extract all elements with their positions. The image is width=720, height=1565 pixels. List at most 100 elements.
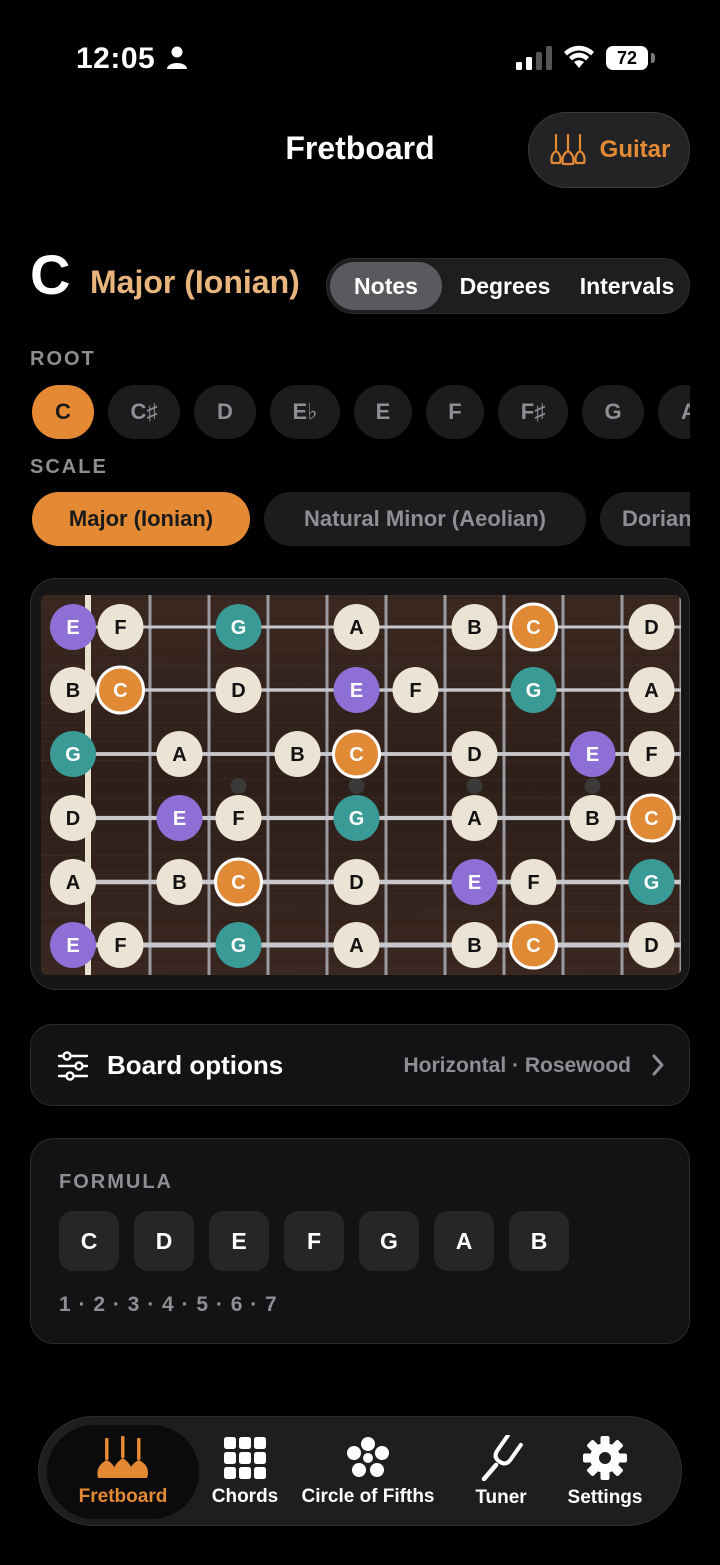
root-chip-f[interactable]: F xyxy=(426,385,484,439)
scale-chip-dorian[interactable]: Dorian xyxy=(600,492,690,546)
scale-section-label: SCALE xyxy=(30,456,108,478)
tab-circle-of-fifths[interactable]: Circle of Fifths xyxy=(295,1425,441,1519)
note-marker[interactable]: B xyxy=(156,859,203,905)
note-marker[interactable]: G xyxy=(333,795,380,841)
root-chip-c-sharp[interactable]: C♯ xyxy=(108,385,180,439)
root-chip-a[interactable]: A xyxy=(658,385,690,439)
board-options-row[interactable]: Board options Horizontal · Rosewood xyxy=(30,1024,690,1106)
tab-fretboard[interactable]: Fretboard xyxy=(47,1425,199,1519)
note-label: B xyxy=(467,935,481,957)
fret-inlay xyxy=(348,778,365,794)
note-marker[interactable]: C xyxy=(627,793,676,843)
tab-settings[interactable]: Settings xyxy=(555,1425,655,1519)
note-label: G xyxy=(644,872,660,894)
guitar-string xyxy=(91,942,681,948)
note-marker[interactable]: G xyxy=(50,731,96,777)
note-marker[interactable]: C xyxy=(96,665,145,715)
note-marker[interactable]: A xyxy=(156,731,203,777)
formula-note: E xyxy=(209,1211,269,1271)
cellular-signal-icon xyxy=(516,46,552,70)
formula-note: C xyxy=(59,1211,119,1271)
root-chip-e[interactable]: E xyxy=(354,385,412,439)
note-label: B xyxy=(585,808,599,830)
scale-chip-natural-minor[interactable]: Natural Minor (Aeolian) xyxy=(264,492,586,546)
note-marker[interactable]: F xyxy=(510,859,557,905)
note-marker[interactable]: C xyxy=(214,857,263,907)
note-label: F xyxy=(527,872,539,894)
root-chip-g[interactable]: G xyxy=(582,385,644,439)
fretboard[interactable]: E F G A B C D B C D E F G A G A B C D E F D E F G A B C A B C D E F G E F G A B… xyxy=(31,579,691,991)
note-marker[interactable]: E xyxy=(50,922,96,968)
note-marker[interactable]: G xyxy=(628,859,675,905)
note-marker[interactable]: B xyxy=(50,667,96,713)
tab-chords[interactable]: Chords xyxy=(195,1425,295,1519)
note-marker[interactable]: E xyxy=(569,731,616,777)
note-marker[interactable]: A xyxy=(451,795,498,841)
instrument-picker-button[interactable]: Guitar xyxy=(528,112,690,188)
note-marker[interactable]: A xyxy=(50,859,96,905)
battery-tip xyxy=(651,53,655,63)
note-marker[interactable]: E xyxy=(333,667,380,713)
note-marker[interactable]: B xyxy=(569,795,616,841)
segment-intervals[interactable]: Intervals xyxy=(568,262,686,310)
current-root-note: C xyxy=(30,243,71,306)
scale-chip-major-ionian[interactable]: Major (Ionian) xyxy=(32,492,250,546)
note-marker[interactable]: A xyxy=(333,604,380,650)
current-scale-name: Major (Ionian) xyxy=(90,264,300,300)
note-marker[interactable]: D xyxy=(215,667,262,713)
root-chip-d[interactable]: D xyxy=(194,385,256,439)
board-options-label: Board options xyxy=(107,1050,284,1080)
formula-note: F xyxy=(284,1211,344,1271)
fret-wire xyxy=(148,595,152,975)
note-marker[interactable]: D xyxy=(333,859,380,905)
segment-notes[interactable]: Notes xyxy=(330,262,442,310)
note-marker[interactable]: C xyxy=(509,602,558,652)
note-marker[interactable]: F xyxy=(392,667,439,713)
fret-wire xyxy=(502,595,506,975)
note-label: G xyxy=(231,617,247,639)
note-label: D xyxy=(66,808,80,830)
note-marker[interactable]: G xyxy=(510,667,557,713)
note-marker[interactable]: A xyxy=(333,922,380,968)
fret-inlay xyxy=(466,778,483,794)
note-marker[interactable]: G xyxy=(215,922,262,968)
note-marker[interactable]: E xyxy=(451,859,498,905)
note-marker[interactable]: E xyxy=(156,795,203,841)
formula-title: FORMULA xyxy=(59,1171,173,1193)
note-marker[interactable]: C xyxy=(509,920,558,970)
note-marker[interactable]: B xyxy=(274,731,321,777)
note-label: C xyxy=(526,935,540,957)
note-label: C xyxy=(113,680,127,702)
tab-bar: Fretboard Chords Circle of Fifths Tuner xyxy=(38,1416,682,1526)
note-marker[interactable]: F xyxy=(97,922,144,968)
note-marker[interactable]: D xyxy=(628,922,675,968)
note-marker[interactable]: C xyxy=(332,729,381,779)
note-marker[interactable]: D xyxy=(451,731,498,777)
note-label: F xyxy=(114,617,126,639)
note-label: G xyxy=(349,808,365,830)
note-marker[interactable]: G xyxy=(215,604,262,650)
note-label: D xyxy=(644,617,658,639)
note-marker[interactable]: E xyxy=(50,604,96,650)
segment-degrees[interactable]: Degrees xyxy=(442,262,568,310)
fret-wire xyxy=(384,595,388,975)
note-marker[interactable]: F xyxy=(628,731,675,777)
guitar-string xyxy=(91,625,681,629)
note-marker[interactable]: D xyxy=(628,604,675,650)
note-label: A xyxy=(349,935,363,957)
note-marker[interactable]: F xyxy=(97,604,144,650)
note-label: B xyxy=(467,617,481,639)
note-marker[interactable]: B xyxy=(451,922,498,968)
root-chip-c[interactable]: C xyxy=(32,385,94,439)
root-chip-f-sharp[interactable]: F♯ xyxy=(498,385,568,439)
note-marker[interactable]: B xyxy=(451,604,498,650)
fret-wire xyxy=(207,595,211,975)
wifi-icon xyxy=(564,45,594,68)
fretboard-card: E F G A B C D B C D E F G A G A B C D E F D E F G A B C A B C D E F G E F G A B… xyxy=(30,578,690,990)
note-marker[interactable]: A xyxy=(628,667,675,713)
tab-tuner[interactable]: Tuner xyxy=(451,1425,551,1519)
root-chip-e-flat[interactable]: E♭ xyxy=(270,385,340,439)
note-label: G xyxy=(65,744,81,766)
note-marker[interactable]: D xyxy=(50,795,96,841)
note-marker[interactable]: F xyxy=(215,795,262,841)
